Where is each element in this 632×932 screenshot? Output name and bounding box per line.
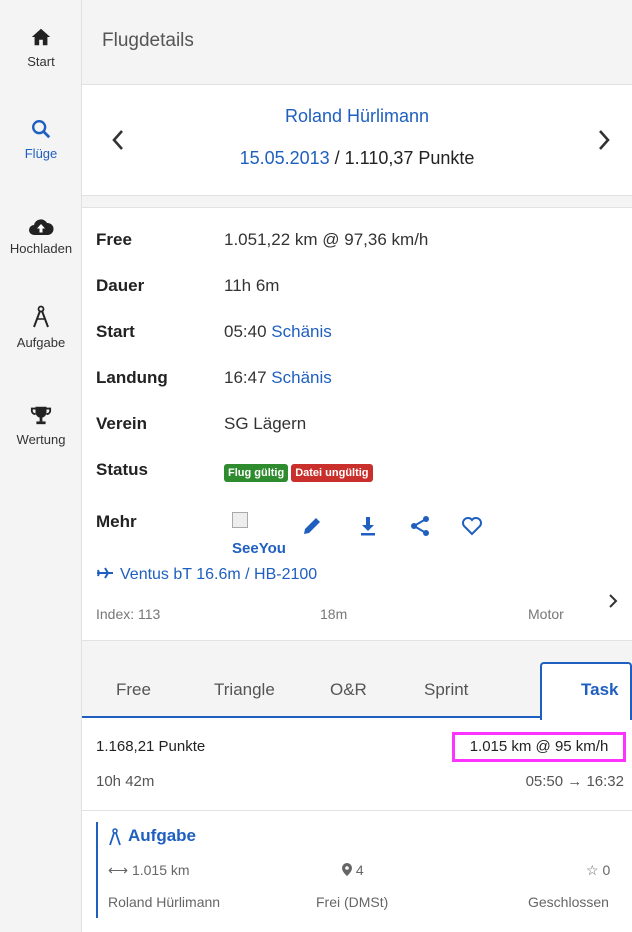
task-status: Geschlossen	[528, 894, 609, 910]
detail-start: Start 05:40 Schänis	[82, 310, 632, 356]
tab-triangle[interactable]: Triangle	[214, 680, 275, 700]
cloud-upload-icon	[29, 219, 54, 235]
task-stars-value: 0	[602, 862, 611, 878]
score-duration: 10h 42m	[96, 773, 155, 790]
nav-aufgabe[interactable]: Aufgabe	[0, 305, 82, 350]
detail-dauer-label: Dauer	[96, 276, 145, 295]
detail-start-label: Start	[96, 322, 135, 341]
home-icon	[31, 28, 51, 46]
detail-free: Free 1.051,22 km @ 97,36 km/h	[82, 218, 632, 264]
detail-landung-value: 16:47 Schänis	[224, 368, 332, 388]
nav-wertung-label: Wertung	[16, 432, 66, 447]
status-badges: Flug gültig Datei ungültig	[224, 462, 376, 482]
landung-time: 16:47	[224, 368, 267, 387]
aircraft-index: Index: 113	[96, 606, 161, 622]
detail-status-label: Status	[96, 460, 148, 479]
status-badge-valid: Flug gültig	[224, 463, 289, 482]
task-distance-value: 1.015 km	[131, 862, 190, 878]
more-actions: SeeYou	[232, 510, 632, 558]
star-icon: ☆	[586, 862, 599, 878]
start-place-link[interactable]: Schänis	[271, 322, 331, 341]
compass-icon	[33, 305, 49, 328]
main-content: Flugdetails Roland Hürlimann 15.05.2013 …	[82, 0, 632, 932]
sidebar: Start Flüge Hochladen Aufgabe Wertung	[0, 0, 82, 932]
chevron-right-icon[interactable]	[594, 126, 614, 154]
section-spacer	[82, 640, 632, 662]
tab-free[interactable]: Free	[116, 680, 151, 700]
flight-date-link[interactable]: 15.05.2013	[240, 148, 330, 168]
start-time: 05:40	[224, 322, 267, 341]
flight-subtitle: 15.05.2013 / 1.110,37 Punkte	[82, 148, 632, 169]
flight-header: Roland Hürlimann 15.05.2013 / 1.110,37 P…	[82, 86, 632, 196]
plane-icon	[97, 567, 113, 579]
compass-icon	[109, 828, 121, 846]
tab-sprint[interactable]: Sprint	[424, 680, 468, 700]
seeyou-link[interactable]: SeeYou	[232, 510, 302, 558]
status-badge-invalid: Datei ungültig	[291, 463, 373, 482]
task-turnpoints-value: 4	[355, 862, 364, 878]
section-spacer	[82, 196, 632, 208]
score-speed-highlight: 1.015 km @ 95 km/h	[452, 732, 626, 762]
divider	[82, 810, 632, 811]
nav-start-label: Start	[27, 54, 55, 69]
landung-place-link[interactable]: Schänis	[271, 368, 331, 387]
detail-free-value: 1.051,22 km @ 97,36 km/h	[224, 230, 429, 249]
nav-start[interactable]: Start	[0, 26, 82, 69]
search-icon	[32, 120, 51, 139]
aircraft-link[interactable]: Ventus bT 16.6m / HB-2100	[96, 566, 317, 584]
task-distance: ⟷ 1.015 km	[108, 862, 190, 879]
nav-wertung[interactable]: Wertung	[0, 404, 82, 447]
score-points: 1.168,21 Punkte	[96, 738, 206, 755]
trophy-icon	[30, 406, 52, 425]
aircraft-span: 18m	[320, 606, 348, 622]
task-category: Frei (DMSt)	[316, 894, 389, 910]
nav-fluege-label: Flüge	[24, 146, 58, 161]
detail-landung: Landung 16:47 Schänis	[82, 356, 632, 402]
detail-free-label: Free	[96, 230, 132, 249]
download-icon[interactable]	[356, 514, 380, 538]
detail-status: Status Flug gültig Datei ungültig	[82, 448, 632, 494]
detail-landung-label: Landung	[96, 368, 168, 387]
detail-verein: Verein SG Lägern	[82, 402, 632, 448]
score-time-range: 05:50 → 16:32	[525, 773, 624, 790]
distance-icon: ⟷	[108, 862, 129, 878]
top-bar: Flugdetails	[82, 0, 632, 85]
map-marker-icon	[342, 863, 352, 876]
chevron-right-icon[interactable]	[606, 592, 620, 610]
detail-mehr-label: Mehr	[96, 512, 137, 531]
score-tabs: Free Triangle O&R Sprint	[82, 662, 632, 720]
verein-link[interactable]: SG Lägern	[224, 414, 306, 434]
flight-points: / 1.110,37 Punkte	[329, 148, 475, 168]
share-icon[interactable]	[408, 514, 432, 538]
edit-pencil-icon[interactable]	[300, 514, 324, 538]
task-stars: ☆ 0	[586, 862, 610, 879]
page-title: Flugdetails	[102, 30, 194, 51]
task-card[interactable]: Aufgabe ⟷ 1.015 km 4 ☆ 0 Roland Hürliman…	[96, 822, 630, 918]
pilot-name-link[interactable]: Roland Hürlimann	[82, 106, 632, 127]
heart-icon[interactable]	[460, 514, 484, 538]
seeyou-label: SeeYou	[232, 540, 286, 557]
nav-hochladen-label: Hochladen	[9, 241, 73, 256]
task-pilot: Roland Hürlimann	[108, 894, 221, 910]
aircraft-type: Motor	[528, 606, 564, 622]
detail-dauer: Dauer 11h 6m	[82, 264, 632, 310]
tab-task[interactable]: Task	[581, 680, 619, 700]
detail-start-value: 05:40 Schänis	[224, 322, 332, 342]
nav-fluege[interactable]: Flüge	[0, 118, 82, 161]
broken-image-icon	[232, 512, 248, 528]
detail-dauer-value: 11h 6m	[224, 276, 280, 295]
nav-hochladen[interactable]: Hochladen	[0, 216, 82, 256]
detail-verein-label: Verein	[96, 414, 148, 433]
tab-or[interactable]: O&R	[330, 680, 367, 700]
nav-aufgabe-label: Aufgabe	[16, 335, 66, 350]
aircraft-name: Ventus bT 16.6m / HB-2100	[120, 566, 318, 583]
task-title[interactable]: Aufgabe	[128, 826, 196, 846]
task-turnpoints: 4	[342, 862, 364, 878]
